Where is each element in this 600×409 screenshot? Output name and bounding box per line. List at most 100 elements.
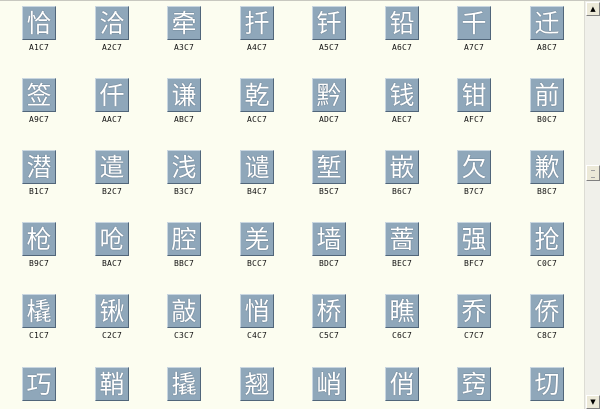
glyph-tile[interactable]: 迁: [530, 6, 564, 40]
glyph-cell[interactable]: 迁 A8C7: [508, 6, 580, 58]
glyph-cell[interactable]: 峭: [290, 367, 362, 409]
glyph-cell[interactable]: 抢 C0C7: [508, 222, 580, 274]
glyph-cell[interactable]: 乾 ACC7: [218, 78, 290, 130]
glyph-tile[interactable]: 悄: [240, 294, 274, 328]
glyph-tile[interactable]: 遣: [95, 150, 129, 184]
glyph-tile[interactable]: 墙: [312, 222, 346, 256]
glyph-cell[interactable]: 橇 C1C7: [0, 294, 72, 346]
glyph-cell[interactable]: 歉 B8C7: [508, 150, 580, 202]
glyph-cell[interactable]: 潜 B1C7: [0, 150, 72, 202]
glyph-cell[interactable]: 钱 AEC7: [363, 78, 435, 130]
glyph-tile[interactable]: 铅: [385, 6, 419, 40]
glyph-cell[interactable]: 桥 C5C7: [290, 294, 362, 346]
glyph-tile[interactable]: 潜: [22, 150, 56, 184]
glyph-cell[interactable]: 千 A7C7: [435, 6, 507, 58]
glyph-tile[interactable]: 抢: [530, 222, 564, 256]
glyph-cell[interactable]: 巧: [0, 367, 72, 409]
glyph-tile[interactable]: 牵: [167, 6, 201, 40]
glyph-tile[interactable]: 敲: [167, 294, 201, 328]
glyph-tile[interactable]: 恰: [22, 6, 56, 40]
glyph-cell[interactable]: 俏: [363, 367, 435, 409]
glyph-tile[interactable]: 仟: [95, 78, 129, 112]
glyph-cell[interactable]: 黔 ADC7: [290, 78, 362, 130]
glyph-tile[interactable]: 桥: [312, 294, 346, 328]
glyph-cell[interactable]: 堑 B5C7: [290, 150, 362, 202]
glyph-tile[interactable]: 鞘: [95, 367, 129, 401]
glyph-tile[interactable]: 乔: [457, 294, 491, 328]
glyph-tile[interactable]: 堑: [312, 150, 346, 184]
glyph-tile[interactable]: 窍: [457, 367, 491, 401]
glyph-tile[interactable]: 羌: [240, 222, 274, 256]
glyph-tile[interactable]: 钳: [457, 78, 491, 112]
scroll-down-button[interactable]: ▼: [586, 395, 600, 409]
glyph-tile[interactable]: 翘: [240, 367, 274, 401]
glyph-tile[interactable]: 乾: [240, 78, 274, 112]
glyph-tile[interactable]: 俏: [385, 367, 419, 401]
glyph-tile[interactable]: 谴: [240, 150, 274, 184]
glyph-cell[interactable]: 枪 B9C7: [0, 222, 72, 274]
glyph-cell[interactable]: 遣 B2C7: [73, 150, 145, 202]
glyph-tile[interactable]: 锹: [95, 294, 129, 328]
glyph-tile[interactable]: 峭: [312, 367, 346, 401]
glyph-cell[interactable]: 瞧 C6C7: [363, 294, 435, 346]
glyph-tile[interactable]: 呛: [95, 222, 129, 256]
glyph-tile[interactable]: 谦: [167, 78, 201, 112]
glyph-cell[interactable]: 谴 B4C7: [218, 150, 290, 202]
glyph-cell[interactable]: 钎 A5C7: [290, 6, 362, 58]
glyph-tile[interactable]: 歉: [530, 150, 564, 184]
glyph-cell[interactable]: 锹 C2C7: [73, 294, 145, 346]
glyph-tile[interactable]: 蔷: [385, 222, 419, 256]
glyph-cell[interactable]: 切: [508, 367, 580, 409]
glyph-tile[interactable]: 枪: [22, 222, 56, 256]
glyph-tile[interactable]: 腔: [167, 222, 201, 256]
glyph-tile[interactable]: 强: [457, 222, 491, 256]
glyph-cell[interactable]: 乔 C7C7: [435, 294, 507, 346]
glyph-tile[interactable]: 前: [530, 78, 564, 112]
glyph-tile[interactable]: 千: [457, 6, 491, 40]
glyph-cell[interactable]: 撬: [145, 367, 217, 409]
glyph-tile[interactable]: 扦: [240, 6, 274, 40]
glyph-cell[interactable]: 浅 B3C7: [145, 150, 217, 202]
glyph-tile[interactable]: 钱: [385, 78, 419, 112]
glyph-tile[interactable]: 签: [22, 78, 56, 112]
glyph-tile[interactable]: 嵌: [385, 150, 419, 184]
glyph-cell[interactable]: 仟 AAC7: [73, 78, 145, 130]
glyph-cell[interactable]: 翘: [218, 367, 290, 409]
glyph-tile[interactable]: 橇: [22, 294, 56, 328]
glyph-cell[interactable]: 前 B0C7: [508, 78, 580, 130]
glyph-cell[interactable]: 铅 A6C7: [363, 6, 435, 58]
glyph-cell[interactable]: 羌 BCC7: [218, 222, 290, 274]
glyph-cell[interactable]: 扦 A4C7: [218, 6, 290, 58]
glyph-tile[interactable]: 撬: [167, 367, 201, 401]
glyph-cell[interactable]: 蔷 BEC7: [363, 222, 435, 274]
glyph-tile[interactable]: 欠: [457, 150, 491, 184]
glyph-cell[interactable]: 鞘: [73, 367, 145, 409]
glyph-tile[interactable]: 巧: [22, 367, 56, 401]
glyph-tile[interactable]: 浅: [167, 150, 201, 184]
glyph-tile[interactable]: 侨: [530, 294, 564, 328]
glyph-cell[interactable]: 腔 BBC7: [145, 222, 217, 274]
glyph-cell[interactable]: 窍: [435, 367, 507, 409]
glyph-cell[interactable]: 牵 A3C7: [145, 6, 217, 58]
glyph-tile[interactable]: 钎: [312, 6, 346, 40]
glyph-cell[interactable]: 钳 AFC7: [435, 78, 507, 130]
glyph-cell[interactable]: 侨 C8C7: [508, 294, 580, 346]
glyph-cell[interactable]: 强 BFC7: [435, 222, 507, 274]
glyph-cell[interactable]: 签 A9C7: [0, 78, 72, 130]
glyph-cell[interactable]: 谦 ABC7: [145, 78, 217, 130]
scroll-thumb[interactable]: [586, 165, 600, 181]
glyph-tile[interactable]: 瞧: [385, 294, 419, 328]
glyph-cell[interactable]: 恰 A1C7: [0, 6, 72, 58]
glyph-cell[interactable]: 悄 C4C7: [218, 294, 290, 346]
glyph-cell[interactable]: 墙 BDC7: [290, 222, 362, 274]
glyph-cell[interactable]: 呛 BAC7: [73, 222, 145, 274]
vertical-scrollbar[interactable]: ▲ ▼: [584, 1, 600, 409]
glyph-tile[interactable]: 切: [530, 367, 564, 401]
glyph-cell[interactable]: 洽 A2C7: [73, 6, 145, 58]
glyph-tile[interactable]: 洽: [95, 6, 129, 40]
glyph-cell[interactable]: 敲 C3C7: [145, 294, 217, 346]
glyph-cell[interactable]: 欠 B7C7: [435, 150, 507, 202]
scroll-up-button[interactable]: ▲: [586, 2, 600, 16]
glyph-cell[interactable]: 嵌 B6C7: [363, 150, 435, 202]
glyph-tile[interactable]: 黔: [312, 78, 346, 112]
